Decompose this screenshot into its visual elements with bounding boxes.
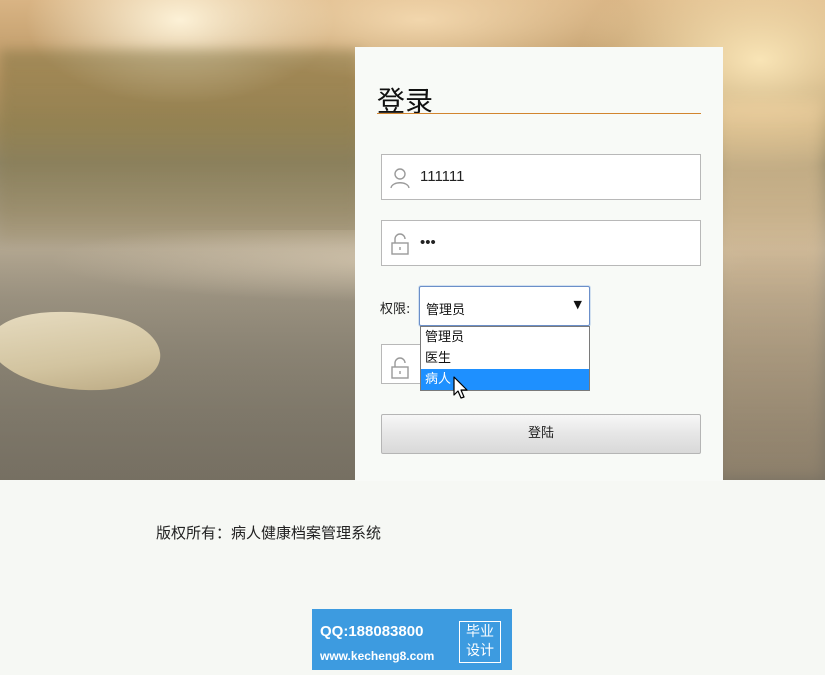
title-divider (377, 113, 701, 114)
username-field[interactable]: 111111 (381, 154, 701, 200)
mouse-cursor-icon (453, 376, 469, 400)
watermark-banner: QQ:188083800 www.kecheng8.com 毕业 设计 (312, 609, 512, 670)
watermark-qq: QQ:188083800 (320, 623, 424, 640)
login-button[interactable]: 登陆 (381, 414, 701, 454)
username-value: 111111 (420, 168, 465, 185)
role-label: 权限: (380, 302, 411, 317)
watermark-box-line2: 设计 (466, 643, 494, 659)
lock-icon (390, 233, 410, 255)
watermark-box-line1: 毕业 (466, 624, 494, 640)
role-option-doctor[interactable]: 医生 (421, 348, 589, 369)
copyright-text: 版权所有：病人健康档案管理系统 (156, 524, 382, 542)
role-select[interactable]: 管理员 ▼ (419, 286, 590, 326)
role-option-admin[interactable]: 管理员 (421, 327, 589, 348)
login-title: 登录 (377, 85, 434, 118)
role-selected-value: 管理员 (426, 303, 466, 318)
background-trees (0, 50, 360, 240)
password-field[interactable]: ••• (381, 220, 701, 266)
verify-code-field[interactable] (381, 344, 421, 384)
lock-icon (390, 357, 410, 379)
role-option-patient[interactable]: 病人 (421, 369, 589, 390)
watermark-box: 毕业 设计 (459, 621, 501, 663)
watermark-site: www.kecheng8.com (320, 649, 435, 663)
caret-down-icon: ▼ (573, 298, 582, 311)
user-icon (390, 167, 410, 189)
login-panel: 登录 111111 ••• 权限: 管理员 ▼ 登陆 (355, 47, 723, 481)
role-dropdown-list: 管理员 医生 病人 (420, 326, 590, 391)
password-value: ••• (420, 234, 436, 251)
